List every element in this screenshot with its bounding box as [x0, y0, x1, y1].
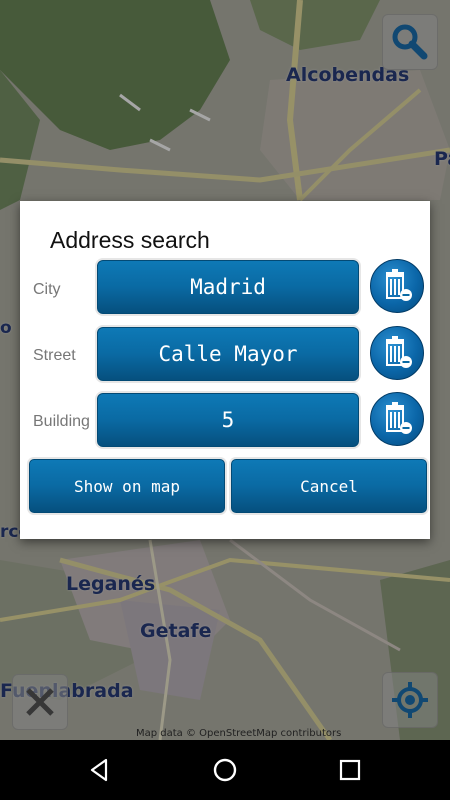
clear-street-button[interactable]: [370, 326, 424, 380]
back-icon: [90, 758, 108, 782]
dialog-title: Address search: [50, 227, 210, 253]
building-label: Building: [33, 413, 90, 430]
trash-icon: [386, 269, 412, 301]
clear-building-button[interactable]: [370, 392, 424, 446]
recents-icon: [339, 759, 361, 781]
home-button[interactable]: [203, 748, 247, 792]
trash-icon: [386, 402, 412, 434]
recents-button[interactable]: [328, 748, 372, 792]
building-field[interactable]: 5: [97, 393, 359, 447]
navigation-bar: [0, 740, 450, 800]
show-on-map-button[interactable]: Show on map: [29, 459, 225, 513]
city-label: City: [33, 281, 61, 298]
back-button[interactable]: [78, 748, 122, 792]
street-field[interactable]: Calle Mayor: [97, 327, 359, 381]
clear-city-button[interactable]: [370, 259, 424, 313]
trash-icon: [386, 336, 412, 368]
street-label: Street: [33, 347, 76, 364]
address-search-dialog: Address search City Madrid Street Calle …: [20, 201, 430, 539]
cancel-button[interactable]: Cancel: [231, 459, 427, 513]
city-field[interactable]: Madrid: [97, 260, 359, 314]
home-icon: [213, 758, 237, 782]
